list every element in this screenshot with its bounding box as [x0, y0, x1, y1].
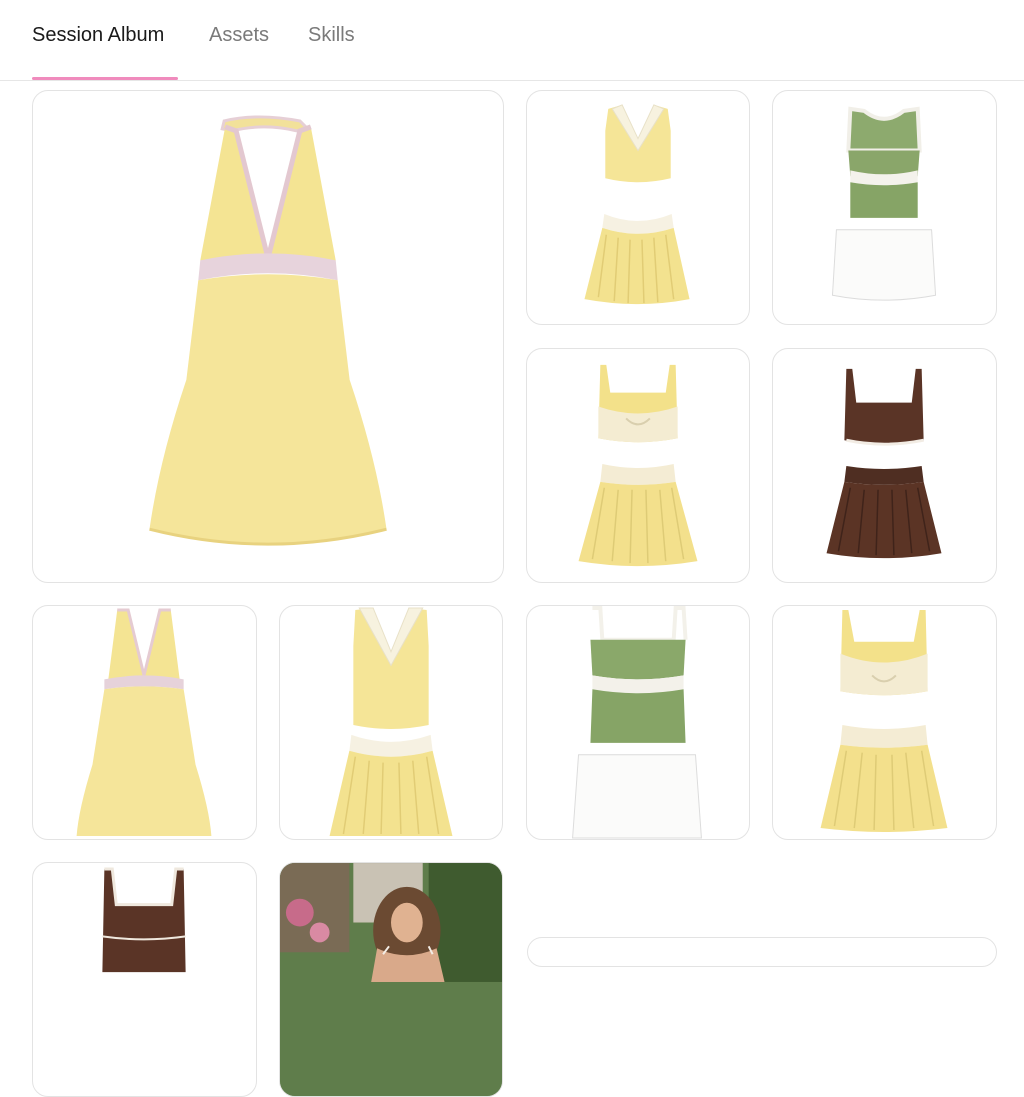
album-item-green-top-white-skirt[interactable]: [772, 90, 997, 325]
tab-bar: Session Album Assets Skills: [0, 0, 1024, 81]
twist-set-2-image: [820, 610, 948, 833]
model-photo-image: [280, 863, 502, 1096]
album-item-brown-set[interactable]: [772, 348, 997, 583]
yellow-set-2-image: [329, 607, 453, 836]
album-item-yellow-top-skirt[interactable]: [526, 90, 750, 325]
album-item-green-cami-white-skirt[interactable]: [526, 605, 750, 840]
brown-tank-image: [102, 867, 186, 973]
halter-dress-small-image: [76, 608, 212, 836]
halter-dress-image: [149, 115, 387, 546]
tab-session-album[interactable]: Session Album: [32, 24, 164, 47]
twist-set-image: [578, 364, 698, 567]
album-item-twist-bralette-skirt[interactable]: [526, 348, 750, 583]
tab-skills[interactable]: Skills: [308, 24, 355, 47]
brown-set-image: [826, 368, 942, 559]
album-item-halter-dress-featured[interactable]: [32, 90, 504, 583]
album-item-model-photo[interactable]: [279, 862, 503, 1097]
green-cami-set-image: [572, 606, 702, 839]
active-tab-indicator: [32, 77, 178, 80]
tab-assets[interactable]: Assets: [209, 24, 269, 47]
album-item-twist-bralette-skirt-2[interactable]: [772, 605, 997, 840]
album-item-yellow-top-skirt-2[interactable]: [279, 605, 503, 840]
album-item-placeholder: [527, 937, 997, 967]
album-item-brown-tank[interactable]: [32, 862, 257, 1097]
album-item-halter-dress[interactable]: [32, 605, 257, 840]
yellow-set-image: [584, 104, 690, 305]
green-set-image: [831, 106, 937, 301]
